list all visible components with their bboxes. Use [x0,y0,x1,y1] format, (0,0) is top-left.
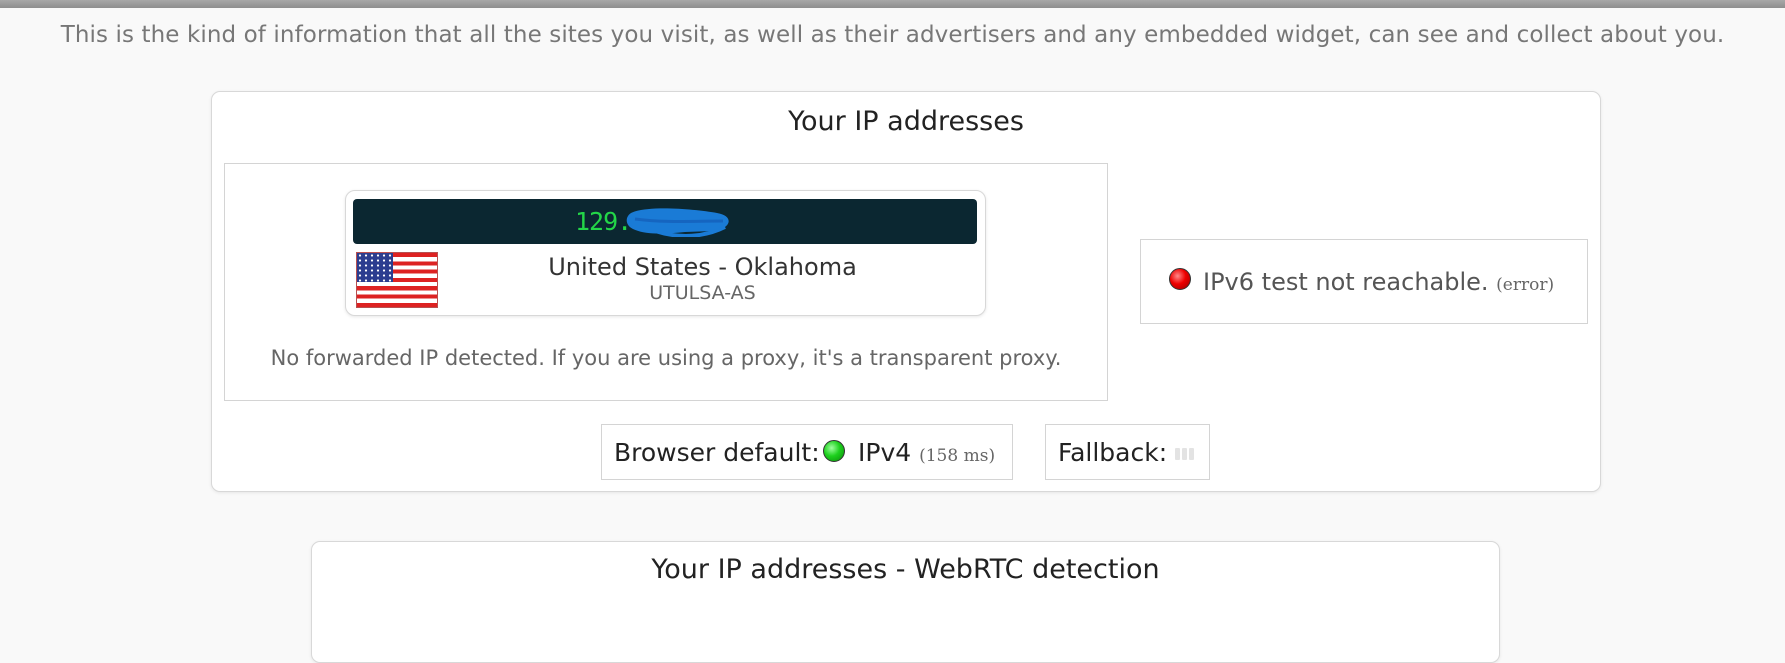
ip-asn: UTULSA-AS [649,282,756,304]
us-flag-icon [356,252,438,308]
ip-addresses-title: Your IP addresses [788,106,1024,137]
ipv6-status: IPv6 test not reachable. (error) [1203,268,1554,296]
ok-status-icon [823,440,845,462]
redaction-scribble [626,208,729,237]
forwarded-ip-note: No forwarded IP detected. If you are usi… [270,346,1062,370]
ip-address-value: 129. [575,207,632,236]
browser-default-label: Browser default: [614,438,820,467]
error-status-icon [1169,268,1191,290]
top-bar [0,0,1785,8]
ipv6-status-note: (error) [1496,275,1555,295]
webrtc-card: Your IP addresses - WebRTC detection [311,541,1500,663]
protocol-name: IPv4 [858,438,912,467]
intro-text: This is the kind of information that all… [60,22,1725,48]
protocol-latency: (158 ms) [919,446,996,466]
browser-default-protocol: IPv4 (158 ms) [858,438,995,467]
ip-address-display[interactable]: 129. [353,199,977,244]
loading-spinner-icon [1175,448,1194,460]
ipv6-status-text: IPv6 test not reachable. [1203,268,1489,296]
webrtc-title: Your IP addresses - WebRTC detection [651,554,1160,585]
fallback-label: Fallback: [1058,438,1168,467]
ip-location: United States - Oklahoma [548,253,857,281]
